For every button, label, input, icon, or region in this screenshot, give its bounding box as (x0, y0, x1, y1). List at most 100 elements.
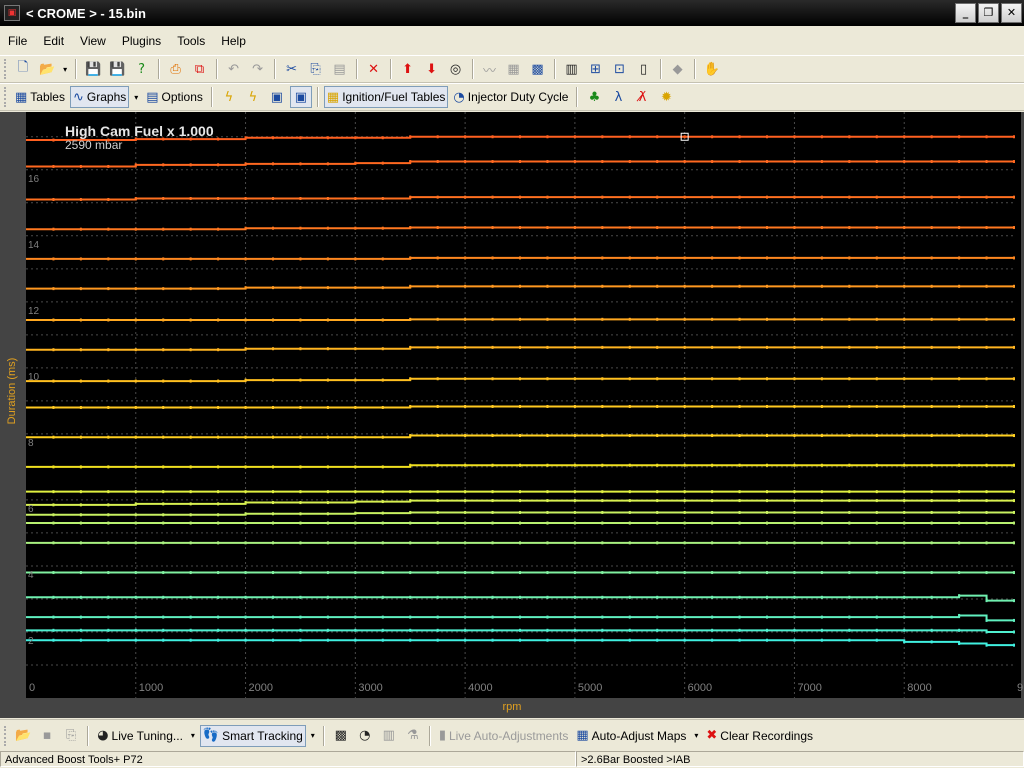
data-point (766, 377, 768, 381)
data-point (628, 434, 631, 438)
chip-icon[interactable]: ▥ (561, 58, 583, 80)
data-point (793, 404, 796, 408)
menu-edit[interactable]: Edit (35, 34, 72, 48)
data-point (134, 196, 137, 200)
restore-button[interactable]: ❐ (978, 3, 999, 23)
delete-icon[interactable]: ✕ (363, 58, 385, 80)
data-point (683, 638, 686, 642)
new-file-icon[interactable]: 🗋 (12, 58, 34, 80)
lambda-icon[interactable]: λ (607, 86, 629, 108)
data-point (244, 318, 247, 322)
data-point (628, 284, 631, 288)
data-point (656, 463, 659, 467)
graphs-dropdown-icon[interactable]: ▾ (131, 86, 141, 108)
smart-tracking-button[interactable]: 👣 Smart Tracking (199, 724, 306, 747)
live-tuning-button[interactable]: ◕ Live Tuning... (94, 725, 186, 747)
open-recording-icon[interactable]: 📂 (12, 725, 34, 747)
dial-icon[interactable]: ◔ (354, 725, 376, 747)
toolbar-grip[interactable] (4, 59, 7, 79)
recording-export-icon[interactable]: ⎘ (60, 725, 82, 747)
data-point (52, 379, 55, 383)
data-point (1013, 463, 1015, 467)
graphs-button[interactable]: ∿ Graphs (69, 86, 130, 108)
save-as-icon[interactable]: 💾 (106, 58, 128, 80)
fuel-graph[interactable]: 2 4 6 8 10 12 14 16 0 1000 2000 3000 4000 5000 6000 70… (0, 112, 1024, 718)
data-point (217, 638, 220, 642)
menu-plugins[interactable]: Plugins (114, 34, 169, 48)
data-point (354, 638, 357, 642)
data-point (985, 643, 988, 647)
data-point (628, 160, 631, 164)
clear-recordings-button[interactable]: ✖ Clear Recordings (703, 725, 816, 747)
export-icon[interactable]: ⎙ (165, 58, 187, 80)
crome-app-icon[interactable]: ▣ (4, 5, 20, 21)
decrease-icon[interactable]: ⬇ (421, 58, 443, 80)
menu-help[interactable]: Help (213, 34, 254, 48)
paste-icon[interactable]: ▤ (329, 58, 351, 80)
checksum-icon[interactable]: ▯ (633, 58, 655, 80)
menu-tools[interactable]: Tools (169, 34, 213, 48)
flask-icon[interactable]: ⚗ (402, 725, 424, 747)
lambda-off-icon[interactable]: λ̸ (631, 86, 653, 108)
plot-background (26, 112, 1021, 698)
menu-view[interactable]: View (72, 34, 114, 48)
data-point (189, 379, 192, 383)
data-point (1013, 510, 1015, 514)
data-point (134, 628, 137, 632)
close-button[interactable]: ✕ (1001, 3, 1022, 23)
burn-icon[interactable]: ⊞ (585, 58, 607, 80)
data-point (134, 405, 137, 409)
options-button[interactable]: ▤ Options (143, 86, 206, 108)
injector-duty-cycle-button[interactable]: ◔ Injector Duty Cycle (450, 86, 571, 108)
hand-icon[interactable]: ✋ (701, 58, 723, 80)
recording-save-icon[interactable]: ▪ (36, 725, 58, 747)
graph-subtitle: 2590 mbar (65, 138, 122, 152)
live-auto-adjustments-button[interactable]: ▮ Live Auto-Adjustments (436, 725, 572, 747)
data-point (683, 160, 686, 164)
data-point (546, 490, 549, 494)
graph-canvas[interactable]: 2 4 6 8 10 12 14 16 0 1000 2000 3000 4000 5000 6000 70… (0, 112, 1024, 718)
redo-icon[interactable]: ↷ (247, 58, 269, 80)
increase-icon[interactable]: ⬆ (397, 58, 419, 80)
data-point (52, 521, 55, 525)
interpolate-icon[interactable]: ▦ (503, 58, 525, 80)
new-window-icon[interactable]: ⧉ (189, 58, 211, 80)
minimize-button[interactable]: _ (955, 3, 976, 23)
auto-adjust-dropdown-icon[interactable]: ▾ (691, 725, 701, 747)
target-icon[interactable]: ◎ (445, 58, 467, 80)
menu-file[interactable]: File (0, 34, 35, 48)
data-point (354, 257, 357, 261)
ignition-2-icon[interactable]: ϟ (242, 86, 264, 108)
data-point (464, 510, 467, 514)
emulate-icon[interactable]: ⊡ (609, 58, 631, 80)
toolbar-grip[interactable] (4, 725, 7, 746)
open-folder-icon[interactable]: 📂 (36, 58, 58, 80)
sun-icon[interactable]: ✹ (655, 86, 677, 108)
live-tuning-dropdown-icon[interactable]: ▾ (188, 725, 198, 747)
auto-adjust-maps-button[interactable]: ▦ Auto-Adjust Maps (573, 725, 689, 747)
data-point (930, 284, 933, 288)
map-1-icon[interactable]: ▣ (266, 86, 288, 108)
tree-icon[interactable]: ♣ (583, 86, 605, 108)
copy-icon[interactable]: ⎘ (305, 58, 327, 80)
open-dropdown-icon[interactable]: ▾ (60, 58, 70, 80)
data-point (656, 256, 659, 260)
data-point (711, 404, 714, 408)
grid-icon[interactable]: ▩ (527, 58, 549, 80)
toolbar-grip[interactable] (4, 87, 7, 107)
data-point (326, 226, 329, 230)
save-icon[interactable]: 💾 (82, 58, 104, 80)
eraser-icon[interactable]: ◆ (667, 58, 689, 80)
smart-tracking-dropdown-icon[interactable]: ▾ (308, 725, 318, 747)
data-point (958, 135, 961, 139)
ignition-1-icon[interactable]: ϟ (218, 86, 240, 108)
smooth-icon[interactable]: 〰 (479, 58, 501, 80)
datalog-icon[interactable]: ▩ (330, 725, 352, 747)
help-save-icon[interactable]: ? (131, 58, 153, 80)
cut-icon[interactable]: ✂ (281, 58, 303, 80)
tables-button[interactable]: ▦ Tables (12, 86, 68, 108)
ignition-fuel-tables-button[interactable]: ▦ Ignition/Fuel Tables (323, 86, 449, 108)
undo-icon[interactable]: ↶ (223, 58, 245, 80)
chart-settings-icon[interactable]: ▥ (378, 725, 400, 747)
map-2-icon[interactable]: ▣ (289, 86, 312, 108)
